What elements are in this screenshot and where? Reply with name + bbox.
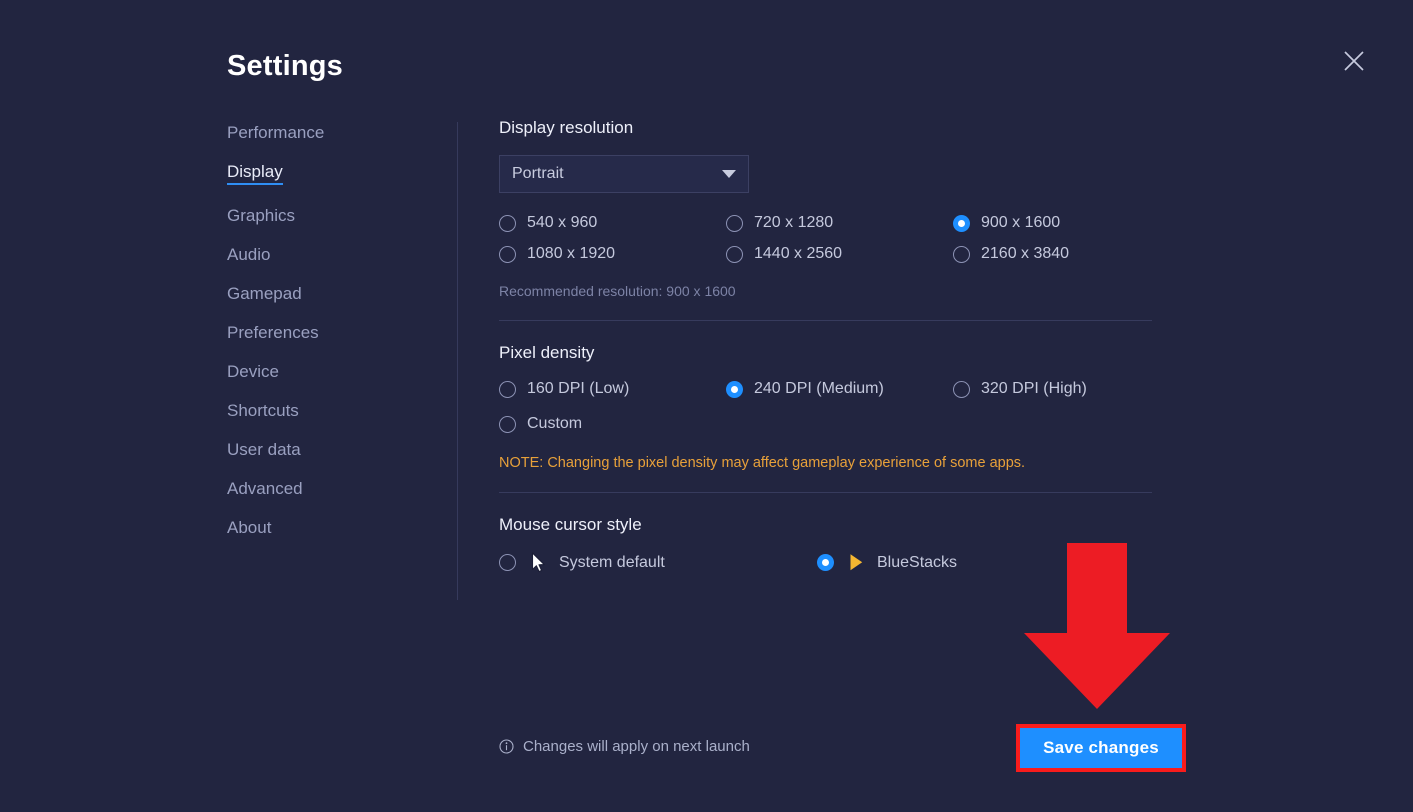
mouse-cursor-style-heading: Mouse cursor style: [499, 515, 642, 534]
option-label: 900 x 1600: [981, 214, 1061, 231]
pixel-density-note: NOTE: Changing the pixel density may aff…: [499, 455, 1026, 471]
resolution-option-720x1280[interactable]: 720 x 1280: [726, 214, 953, 232]
pixel-density-heading: Pixel density: [499, 343, 595, 362]
settings-sidebar: Performance Display Graphics Audio Gamep…: [227, 124, 437, 558]
settings-content: Display resolution Portrait 540 x 960 72…: [499, 118, 1159, 573]
sidebar-item-audio[interactable]: Audio: [227, 246, 270, 263]
cursor-option-bluestacks[interactable]: BlueStacks: [817, 552, 1159, 573]
radio-dot[interactable]: [499, 380, 516, 398]
option-label: 160 DPI (Low): [527, 380, 630, 397]
bluestacks-cursor-icon: [845, 553, 867, 572]
option-label: 1440 x 2560: [754, 245, 843, 262]
dpi-option-custom[interactable]: Custom: [499, 415, 726, 433]
sidebar-item-user-data[interactable]: User data: [227, 441, 301, 458]
sidebar-item-device[interactable]: Device: [227, 363, 279, 380]
option-label: 320 DPI (High): [981, 380, 1087, 397]
sidebar-item-display[interactable]: Display: [227, 163, 283, 185]
sidebar-separator: [457, 122, 458, 600]
resolution-option-2160x3840[interactable]: 2160 x 3840: [953, 245, 1159, 263]
resolution-options: 540 x 960 720 x 1280 900 x 1600 1080 x 1…: [499, 214, 1159, 263]
sidebar-item-about[interactable]: About: [227, 519, 271, 536]
orientation-select[interactable]: Portrait: [499, 155, 749, 193]
option-label: BlueStacks: [877, 553, 958, 571]
radio-dot-selected[interactable]: [817, 554, 834, 571]
display-resolution-section: Display resolution Portrait 540 x 960 72…: [499, 118, 1159, 299]
dpi-option-160[interactable]: 160 DPI (Low): [499, 380, 726, 398]
resolution-option-1440x2560[interactable]: 1440 x 2560: [726, 245, 953, 263]
radio-dot[interactable]: [499, 245, 516, 263]
close-x-icon: [1343, 50, 1365, 72]
sidebar-item-graphics[interactable]: Graphics: [227, 207, 295, 224]
option-label: 720 x 1280: [754, 214, 834, 231]
radio-dot[interactable]: [499, 415, 516, 433]
close-button[interactable]: [1337, 44, 1371, 78]
chevron-down-icon: [722, 170, 736, 178]
dpi-option-240[interactable]: 240 DPI (Medium): [726, 380, 953, 398]
page-title: Settings: [227, 50, 343, 82]
option-label: Custom: [527, 415, 583, 432]
footer-note: Changes will apply on next launch: [499, 738, 750, 755]
option-label: 540 x 960: [527, 214, 598, 231]
info-circle-icon: [499, 739, 514, 754]
save-changes-highlight: Save changes: [1016, 724, 1186, 772]
mouse-cursor-style-section: Mouse cursor style System default BlueSt…: [499, 493, 1159, 573]
radio-dot[interactable]: [953, 380, 970, 398]
radio-dot[interactable]: [499, 554, 516, 571]
option-label: 240 DPI (Medium): [754, 380, 884, 397]
orientation-select-value: Portrait: [512, 165, 564, 182]
save-changes-button[interactable]: Save changes: [1020, 728, 1182, 768]
radio-dot-selected[interactable]: [726, 380, 743, 398]
sidebar-item-preferences[interactable]: Preferences: [227, 324, 319, 341]
dpi-option-320[interactable]: 320 DPI (High): [953, 380, 1159, 398]
option-label: 2160 x 3840: [981, 245, 1070, 262]
pixel-density-section: Pixel density 160 DPI (Low) 240 DPI (Med…: [499, 321, 1159, 471]
sidebar-item-gamepad[interactable]: Gamepad: [227, 285, 302, 302]
option-label: 1080 x 1920: [527, 245, 616, 262]
resolution-option-1080x1920[interactable]: 1080 x 1920: [499, 245, 726, 263]
resolution-option-900x1600[interactable]: 900 x 1600: [953, 214, 1159, 232]
option-label: System default: [559, 553, 665, 571]
sidebar-item-advanced[interactable]: Advanced: [227, 480, 303, 497]
pixel-density-options: 160 DPI (Low) 240 DPI (Medium) 320 DPI (…: [499, 380, 1159, 433]
radio-dot[interactable]: [499, 214, 516, 232]
cursor-option-system-default[interactable]: System default: [499, 552, 817, 573]
radio-dot[interactable]: [953, 245, 970, 263]
radio-dot[interactable]: [726, 245, 743, 263]
mouse-cursor-options: System default BlueStacks: [499, 552, 1159, 573]
sidebar-item-shortcuts[interactable]: Shortcuts: [227, 402, 299, 419]
radio-dot-selected[interactable]: [953, 214, 970, 232]
footer-note-text: Changes will apply on next launch: [523, 738, 750, 755]
display-resolution-heading: Display resolution: [499, 118, 634, 137]
radio-dot[interactable]: [726, 214, 743, 232]
sidebar-item-performance[interactable]: Performance: [227, 124, 324, 141]
resolution-option-540x960[interactable]: 540 x 960: [499, 214, 726, 232]
recommended-resolution-hint: Recommended resolution: 900 x 1600: [499, 283, 736, 299]
system-cursor-icon: [527, 552, 549, 573]
